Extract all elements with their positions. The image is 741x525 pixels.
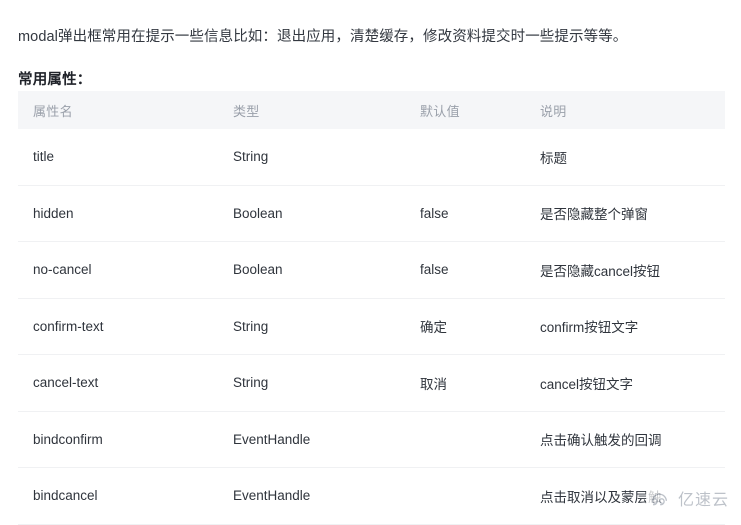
cell-attribute-type: String <box>218 129 405 186</box>
table-row: title String 标题 <box>18 129 725 186</box>
cell-attribute-description: confirm按钮文字 <box>525 298 725 355</box>
cell-attribute-description: cancel按钮文字 <box>525 354 725 412</box>
cell-attribute-type: Boolean <box>218 185 405 242</box>
table-header: 属性名 类型 默认值 说明 <box>18 91 725 129</box>
table-row: confirm-text String 确定 confirm按钮文字 <box>18 298 725 355</box>
documentation-body: modal弹出框常用在提示一些信息比如：退出应用，清楚缓存，修改资料提交时一些提… <box>0 0 741 525</box>
cell-attribute-default <box>405 129 525 186</box>
cell-attribute-description: 是否隐藏整个弹窗 <box>525 185 725 242</box>
cell-attribute-default <box>405 467 525 525</box>
table-body: title String 标题 hidden Boolean false 是否隐… <box>18 129 725 525</box>
intro-paragraph: modal弹出框常用在提示一些信息比如：退出应用，清楚缓存，修改资料提交时一些提… <box>18 28 628 45</box>
table-row: bindconfirm EventHandle 点击确认触发的回调 <box>18 411 725 468</box>
table-row: hidden Boolean false 是否隐藏整个弹窗 <box>18 185 725 242</box>
cell-attribute-name: bindcancel <box>18 467 218 525</box>
cell-attribute-type: String <box>218 354 405 412</box>
cell-attribute-default: 取消 <box>405 354 525 412</box>
cell-attribute-description: 是否隐藏cancel按钮 <box>525 241 725 299</box>
cell-attribute-type: String <box>218 298 405 355</box>
table-row: no-cancel Boolean false 是否隐藏cancel按钮 <box>18 241 725 299</box>
cell-attribute-name: confirm-text <box>18 298 218 355</box>
cell-attribute-name: hidden <box>18 185 218 242</box>
column-header-default: 默认值 <box>420 103 460 119</box>
cell-attribute-name: cancel-text <box>18 354 218 412</box>
cell-attribute-type: EventHandle <box>218 411 405 468</box>
cell-attribute-default <box>405 411 525 468</box>
cell-attribute-name: no-cancel <box>18 241 218 299</box>
table-header-row: 属性名 类型 默认值 说明 <box>18 91 725 129</box>
cell-attribute-default: false <box>405 185 525 242</box>
cell-attribute-description: 点击确认触发的回调 <box>525 411 725 468</box>
table-row: bindcancel EventHandle 点击取消以及蒙层触 <box>18 467 725 525</box>
table-row: cancel-text String 取消 cancel按钮文字 <box>18 354 725 412</box>
cell-attribute-type: EventHandle <box>218 467 405 525</box>
section-subtitle: 常用属性： <box>18 71 92 88</box>
column-header-name: 属性名 <box>33 103 73 119</box>
cell-attribute-description: 标题 <box>525 129 725 186</box>
column-header-type: 类型 <box>233 103 260 119</box>
column-header-description: 说明 <box>540 103 567 119</box>
cell-attribute-default: 确定 <box>405 298 525 355</box>
cell-attribute-name: bindconfirm <box>18 411 218 468</box>
cell-attribute-name: title <box>18 129 218 186</box>
cell-attribute-description: 点击取消以及蒙层触 <box>525 467 725 525</box>
attributes-table: 属性名 类型 默认值 说明 title String 标题 hidden Boo… <box>18 91 725 525</box>
cell-attribute-type: Boolean <box>218 241 405 299</box>
cell-attribute-default: false <box>405 241 525 299</box>
